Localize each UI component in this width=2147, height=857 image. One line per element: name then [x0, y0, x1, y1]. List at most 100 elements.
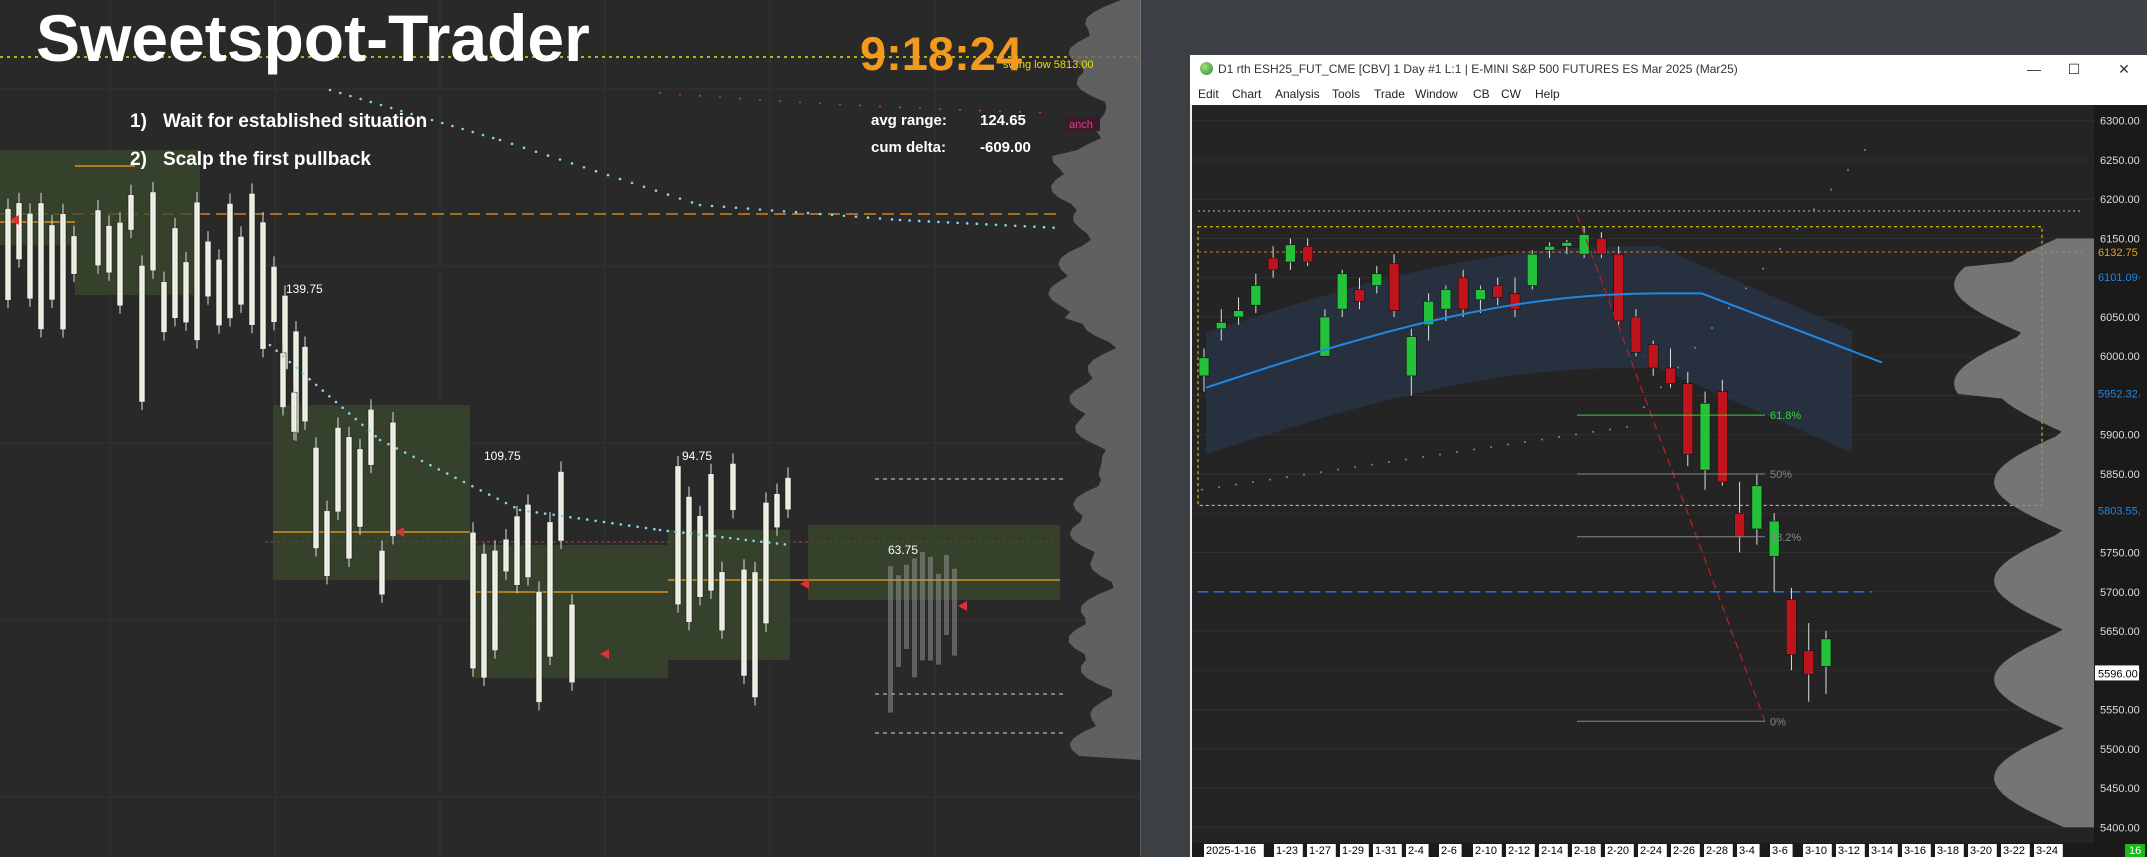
fib-label: 0% [1770, 716, 1786, 728]
vwap-dot [558, 158, 562, 161]
vwap-dot [782, 210, 786, 213]
vwap-dot [806, 211, 810, 215]
vwap-dot [927, 220, 931, 223]
y-tick-label: 5550.00 [2100, 705, 2140, 717]
price-tag-text: 5952.32 [2098, 389, 2138, 401]
anchored-dot [1039, 111, 1041, 114]
vwap-dot [666, 193, 670, 196]
x-tick-label: 3-24 [2036, 845, 2058, 857]
vwap-dot [642, 185, 646, 189]
candle-body [1336, 273, 1348, 310]
vwap-dot [854, 215, 858, 218]
menu-cb[interactable]: CB [1473, 87, 1490, 101]
maximize-icon[interactable]: ☐ [2058, 57, 2090, 81]
menu-window[interactable]: Window [1415, 87, 1458, 101]
ghost-bar [920, 551, 925, 661]
trail-dot [1626, 425, 1628, 428]
trail-dot [1558, 435, 1560, 438]
y-tick-label: 5750.00 [2100, 548, 2140, 560]
range-label: 63.75 [888, 543, 918, 557]
x-tick-label: 2-10 [1475, 845, 1497, 857]
anchored-dot [739, 97, 741, 100]
vwap-dot [481, 133, 485, 137]
avg-range-label: avg range: [871, 112, 947, 129]
vwap-dot [288, 360, 292, 364]
y-tick-label: 5700.00 [2100, 587, 2140, 599]
anchored-dot [659, 92, 661, 94]
vwap-dot [658, 528, 662, 532]
trail-dot [1762, 267, 1764, 270]
ghost-bar [928, 556, 933, 661]
vwap-dot [722, 205, 726, 209]
candle-body [1457, 277, 1469, 310]
trail-dot [1303, 473, 1305, 476]
menu-chart[interactable]: Chart [1232, 87, 1261, 101]
vwap-dot [975, 222, 979, 226]
vwap-dot [721, 535, 724, 539]
vwap-dot [361, 423, 364, 427]
vwap-dot [461, 127, 464, 131]
fib-label: 61.8% [1770, 410, 1801, 422]
minimize-icon[interactable]: — [2018, 57, 2050, 81]
candle-body [1630, 316, 1642, 353]
vwap-dot [674, 530, 677, 534]
vwap-dot [606, 173, 610, 177]
vwap-dot [445, 472, 449, 475]
x-tick-label: 3-18 [1937, 845, 1959, 857]
trail-dot [1439, 453, 1441, 456]
close-icon[interactable]: ✕ [2108, 57, 2140, 81]
trail-dot [1660, 386, 1662, 389]
vwap-dot [898, 218, 902, 222]
vwap-dot [654, 189, 658, 192]
vwap-dot [374, 434, 377, 438]
vwap-dot [653, 527, 656, 531]
window-titlebar[interactable]: D1 rth ESH25_FUT_CME [CBV] 1 Day #1 L:1 … [1190, 55, 2147, 83]
x-tick-label: 2-24 [1640, 845, 1662, 857]
vwap-dot [510, 142, 514, 146]
vwap-dot [1052, 226, 1055, 229]
trail-dot [1643, 406, 1645, 409]
candle-body [1699, 403, 1711, 471]
x-tick-label: 3-4 [1739, 845, 1755, 857]
vwap-dot [440, 121, 444, 125]
menu-analysis[interactable]: Analysis [1275, 87, 1320, 101]
trail-dot [1269, 478, 1271, 481]
vwap-dot [994, 223, 998, 227]
trail-dot [1830, 188, 1832, 191]
vwap-dot [602, 520, 606, 524]
vwap-dot [775, 542, 779, 545]
desktop-strip [1190, 0, 2147, 55]
x-tick-label: 1-23 [1276, 845, 1298, 857]
trail-dot [1252, 481, 1254, 484]
menu-trade[interactable]: Trade [1374, 87, 1405, 101]
menu-tools[interactable]: Tools [1332, 87, 1360, 101]
vwap-dot [611, 521, 614, 525]
vwap-dot [630, 181, 634, 185]
x-tick-label: 3-20 [1970, 845, 1992, 857]
cum-delta-value: -609.00 [980, 139, 1031, 156]
chart-window[interactable]: D1 rth ESH25_FUT_CME [CBV] 1 Day #1 L:1 … [1190, 55, 2147, 857]
vwap-dot [985, 223, 988, 226]
daily-candlestick-chart[interactable]: 61.8% 50% 38.2% 0% 6300.00 6250.00 6200.00 6150… [1192, 105, 2147, 857]
candle-body [1786, 599, 1797, 655]
vwap-dot [420, 459, 424, 463]
trail-dot [1405, 458, 1407, 461]
vwap-dot [498, 138, 502, 142]
menu-bar: Edit Chart Analysis Tools Trade Window C… [1190, 83, 2147, 105]
menu-help[interactable]: Help [1535, 87, 1560, 101]
vwap-dot [736, 537, 740, 541]
vwap-dot [430, 118, 434, 122]
y-tick-label: 6000.00 [2100, 351, 2140, 363]
anchored-dot [839, 103, 841, 106]
x-tick-label: 2-28 [1706, 845, 1728, 857]
ghost-bar [912, 558, 917, 678]
brand-title: Sweetspot-Trader [36, 1, 590, 75]
vwap-dot [367, 429, 371, 432]
trail-dot [1796, 228, 1798, 231]
menu-edit[interactable]: Edit [1198, 87, 1219, 101]
vwap-dot [682, 531, 685, 534]
trail-dot [1422, 456, 1424, 459]
anch-label: anch [1069, 119, 1093, 131]
footprint-chart-panel[interactable]: 5800.005750.005700.005650.005550.005500.… [0, 0, 1190, 857]
menu-cw[interactable]: CW [1501, 87, 1521, 101]
